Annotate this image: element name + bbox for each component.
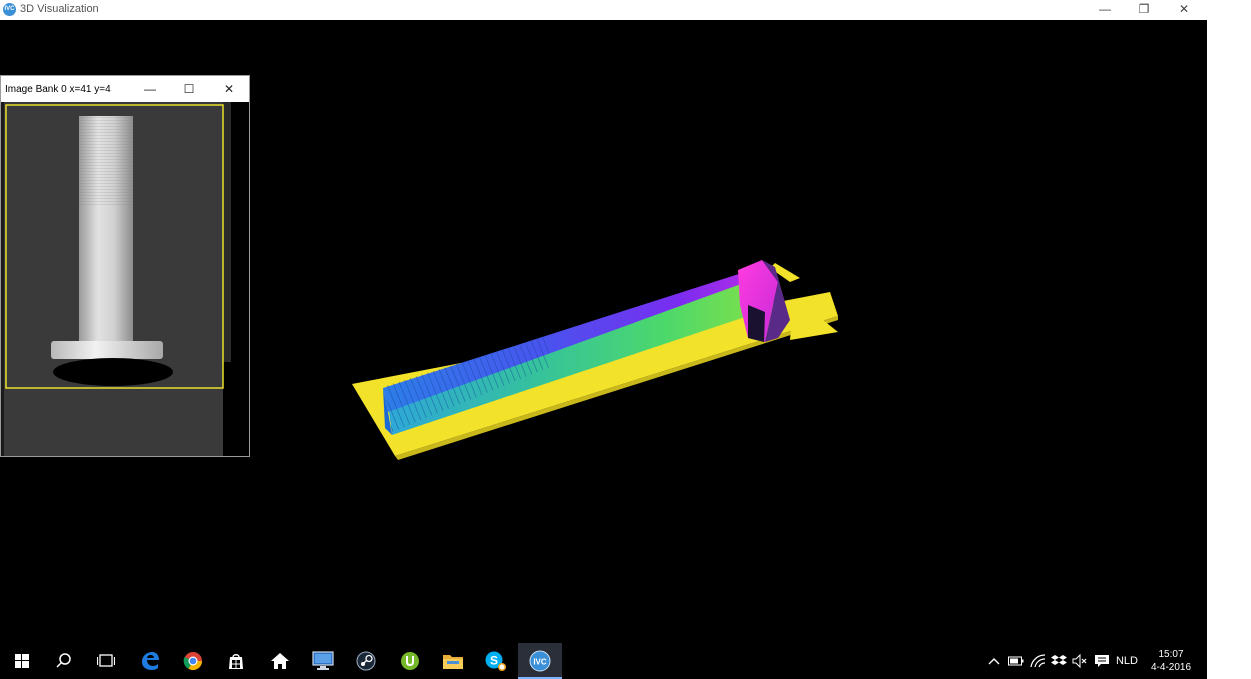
image-bank-maximize-button[interactable]: ☐ (174, 79, 204, 99)
utorrent-icon (401, 652, 419, 670)
clock[interactable]: 15:07 4-4-2016 (1146, 648, 1196, 674)
windows-logo (15, 654, 29, 668)
restore-button[interactable]: ❐ (1124, 0, 1164, 20)
search-icon (56, 653, 71, 668)
store-icon (229, 654, 243, 669)
battery-button[interactable] (1006, 643, 1026, 679)
window-title: 3D Visualization (20, 3, 99, 15)
home-icon (271, 653, 289, 669)
image-bank-titlebar[interactable]: Image Bank 0 x=41 y=4 — ☐ ✕ (1, 76, 249, 102)
edge-button[interactable] (128, 643, 172, 679)
image-bank-window[interactable]: Image Bank 0 x=41 y=4 — ☐ ✕ (0, 75, 250, 457)
desktop-edge (1207, 0, 1251, 643)
svg-text:S: S (490, 654, 498, 668)
bolt-head-gray (51, 341, 163, 359)
monitor-icon (312, 651, 334, 670)
start-button[interactable] (0, 643, 44, 679)
clock-time: 15:07 (1158, 649, 1184, 660)
task-view-icon (97, 654, 115, 667)
ivc-button[interactable]: IVC (518, 643, 562, 679)
steam-button[interactable] (344, 643, 388, 679)
chrome-button[interactable] (171, 643, 215, 679)
app-icon: IVC (3, 3, 16, 16)
language-label: NLD (1115, 655, 1138, 667)
skype-icon: S (485, 651, 506, 671)
volume-muted-icon (1072, 654, 1087, 668)
edge-icon (142, 652, 159, 670)
wifi-icon (1030, 654, 1046, 668)
show-hidden-icons-button[interactable] (985, 643, 1003, 679)
action-center-button[interactable] (1092, 643, 1112, 679)
window-titlebar[interactable]: IVC 3D Visualization — ❐ ✕ (0, 0, 1207, 20)
chevron-up-icon (988, 658, 1000, 665)
folder-icon (443, 655, 463, 669)
dropbox-icon (1051, 655, 1067, 665)
svg-text:IVC: IVC (533, 658, 547, 667)
taskbar: S IVC NLD 15:07 4-4-2016 (0, 643, 1207, 679)
ivc-icon: IVC (529, 650, 551, 672)
remote-desktop-button[interactable] (301, 643, 345, 679)
wifi-button[interactable] (1028, 643, 1048, 679)
utorrent-button[interactable] (388, 643, 432, 679)
steam-icon (356, 651, 376, 671)
language-indicator[interactable]: NLD (1114, 643, 1140, 679)
volume-button[interactable] (1070, 643, 1090, 679)
minimize-button[interactable]: — (1085, 0, 1125, 20)
image-bank-title: Image Bank 0 x=41 y=4 (5, 84, 111, 95)
clock-date: 4-4-2016 (1150, 662, 1192, 673)
bolt-shadow (53, 358, 173, 386)
home-button[interactable] (258, 643, 302, 679)
skype-button[interactable]: S (474, 643, 518, 679)
image-bank-close-button[interactable]: ✕ (214, 79, 244, 99)
chrome-icon (183, 652, 202, 671)
search-button[interactable] (42, 643, 86, 679)
dropbox-button[interactable] (1049, 643, 1069, 679)
notification-icon (1095, 655, 1109, 667)
image-bank-minimize-button[interactable]: — (135, 79, 165, 99)
file-explorer-button[interactable] (431, 643, 475, 679)
task-view-button[interactable] (84, 643, 128, 679)
battery-icon (1008, 656, 1024, 666)
store-button[interactable] (214, 643, 258, 679)
close-button[interactable]: ✕ (1164, 0, 1204, 20)
image-bank-canvas[interactable] (1, 102, 249, 456)
depth-image (1, 102, 249, 456)
